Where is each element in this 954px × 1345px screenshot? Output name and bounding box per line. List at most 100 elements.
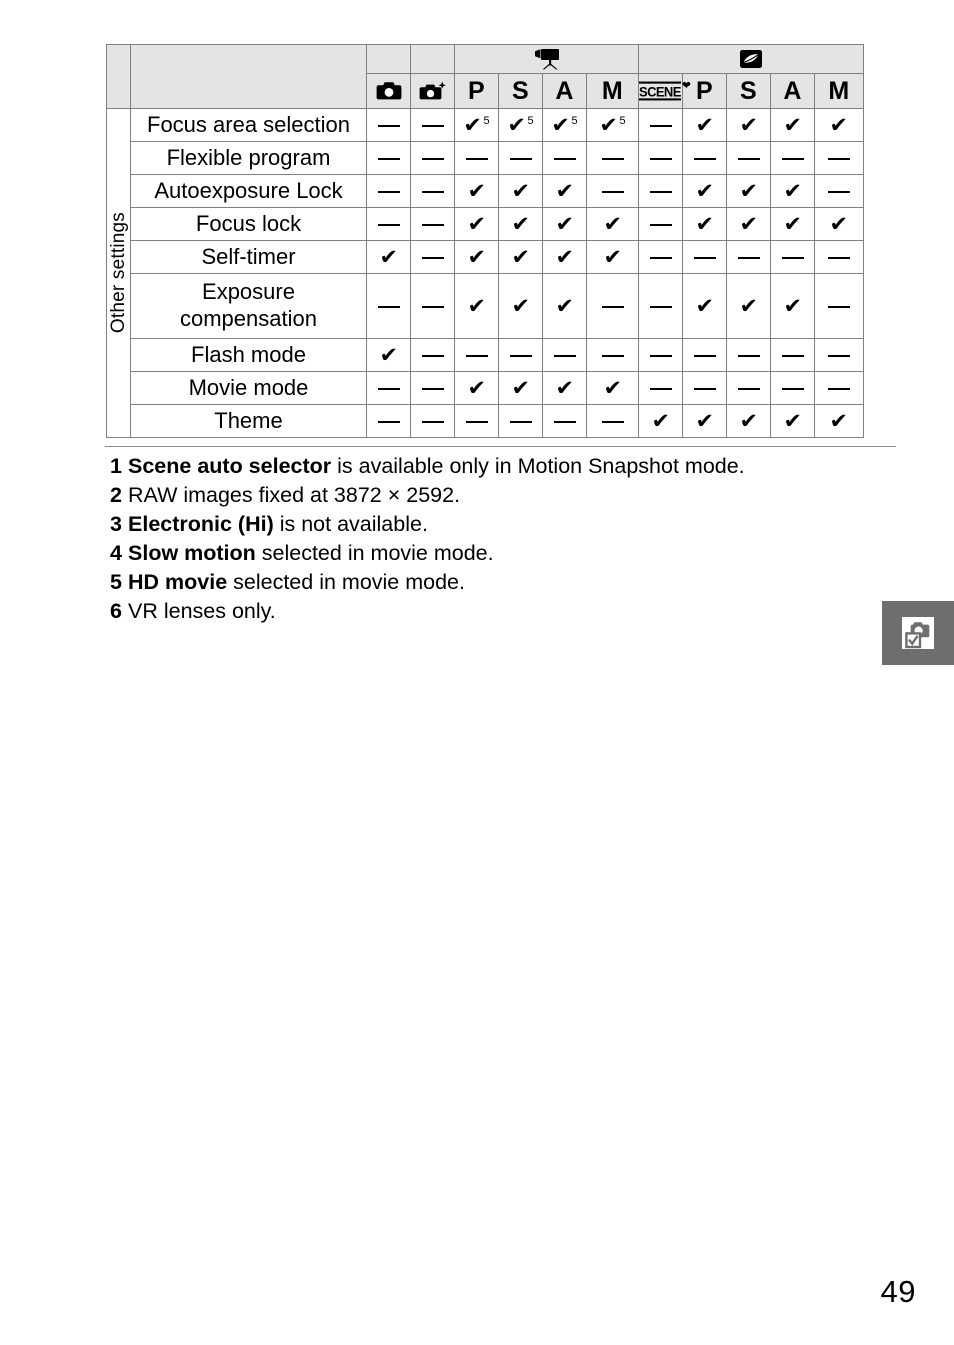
matrix-cell (454, 141, 499, 175)
matrix-cell (410, 371, 455, 405)
dash-mark (377, 125, 400, 128)
row-label: Movie mode (130, 371, 367, 405)
matrix-cell (814, 141, 864, 175)
footnote-text: selected in movie mode. (227, 569, 465, 594)
dash-mark (649, 355, 672, 358)
footnote-number: 4 (110, 540, 122, 565)
matrix-cell (410, 404, 455, 438)
table-row: Movie mode ✔ ✔ ✔ ✔ (107, 371, 864, 405)
check-mark: ✔ (695, 113, 714, 137)
dash-mark (828, 306, 850, 309)
matrix-cell: ✔ (454, 273, 499, 339)
matrix-cell: ✔ (498, 273, 543, 339)
dash-mark (601, 191, 624, 194)
matrix-cell (366, 141, 411, 175)
dash-mark (781, 355, 804, 358)
footnote-text: RAW images fixed at 3872 × 2592. (128, 482, 461, 507)
column-header-snapshot-S: S (726, 73, 771, 109)
row-label: Flexible program (130, 141, 367, 175)
matrix-cell: ✔ (682, 108, 727, 142)
dash-mark (737, 388, 760, 391)
matrix-cell (682, 371, 727, 405)
matrix-cell (726, 338, 771, 372)
other-settings-matrix-table: P S A M SCENE❤ P S A M Other settings Foc… (106, 44, 864, 438)
check-mark: ✔ (379, 245, 398, 269)
dash-mark (509, 355, 532, 358)
dash-mark (465, 355, 488, 358)
matrix-cell: ✔ (586, 371, 639, 405)
dash-mark (377, 158, 400, 161)
table-row: Other settings Focus area selection ✔5 ✔5 ✔5… (106, 108, 864, 438)
matrix-cell: ✔ (770, 207, 815, 241)
matrix-cell (638, 141, 683, 175)
dash-mark (377, 306, 400, 309)
footnote-term: Slow motion (128, 540, 256, 565)
matrix-cell: ✔ (454, 207, 499, 241)
check-mark: ✔ (695, 179, 714, 203)
compatibility-table-container: P S A M SCENE❤ P S A M Other settings Foc… (106, 44, 864, 438)
footnote-text: VR lenses only. (128, 598, 276, 623)
camera-checkbox-icon (899, 614, 937, 652)
matrix-cell (638, 338, 683, 372)
row-label: Focus area selection (130, 108, 367, 142)
matrix-cell: ✔ (682, 273, 727, 339)
movie-camera-icon (532, 48, 562, 70)
dash-mark (601, 158, 624, 161)
matrix-cell (542, 141, 587, 175)
matrix-cell (366, 108, 411, 142)
matrix-cell (682, 240, 727, 274)
matrix-cell: ✔ (586, 207, 639, 241)
check-mark: ✔5 (463, 113, 490, 137)
dash-mark (649, 158, 672, 161)
matrix-cell (638, 240, 683, 274)
matrix-cell: ✔ (726, 273, 771, 339)
footnote-number: 3 (110, 511, 122, 536)
check-mark: ✔ (829, 212, 849, 236)
footnote-item: 6 VR lenses only. (110, 597, 870, 626)
column-header-scene-auto-selector (410, 73, 455, 109)
dash-mark (828, 158, 850, 161)
dash-mark (781, 257, 804, 260)
check-mark: ✔ (695, 409, 714, 433)
matrix-cell: ✔ (542, 174, 587, 208)
dash-mark (421, 306, 444, 309)
dash-mark (377, 224, 400, 227)
check-mark: ✔ (467, 294, 486, 318)
footnote-term: Scene auto selector (128, 454, 332, 478)
matrix-cell (682, 338, 727, 372)
table-row: Focus lock ✔ ✔ ✔ ✔ ✔ ✔ ✔ ✔ (107, 207, 864, 241)
check-mark: ✔ (739, 179, 758, 203)
dash-mark (737, 355, 760, 358)
check-mark: ✔ (511, 294, 530, 318)
matrix-cell (498, 141, 543, 175)
dash-mark (781, 388, 804, 391)
column-header-movie-P: P (454, 73, 499, 109)
dash-mark (601, 355, 624, 358)
check-mark: ✔ (467, 212, 486, 236)
check-mark: ✔ (603, 212, 622, 236)
matrix-cell (638, 174, 683, 208)
matrix-cell: ✔ (366, 240, 411, 274)
dash-mark (421, 224, 444, 227)
matrix-cell (814, 273, 864, 339)
footnote-term: Electronic (Hi) (128, 511, 274, 536)
section-divider-rule (105, 446, 896, 447)
matrix-cell (498, 338, 543, 372)
column-header-camera (366, 73, 411, 109)
matrix-cell: ✔ (542, 371, 587, 405)
group-header-movie (454, 44, 639, 74)
heart-icon: ❤ (681, 79, 692, 92)
footnote-item: 1 Scene auto selector is available only i… (110, 452, 870, 481)
matrix-cell: ✔ (366, 338, 411, 372)
footnote-ref: 5 (527, 115, 534, 127)
footnote-number: 1 (110, 454, 122, 478)
check-mark: ✔ (555, 245, 574, 269)
group-header-still-camera (366, 44, 411, 74)
matrix-cell: ✔ (586, 240, 639, 274)
footnote-item: 4 Slow motion selected in movie mode. (110, 539, 870, 568)
dash-mark (828, 191, 850, 194)
matrix-cell: ✔ (814, 207, 864, 241)
footnote-number: 2 (110, 482, 122, 507)
matrix-cell (726, 141, 771, 175)
footnote-number: 6 (110, 598, 122, 623)
